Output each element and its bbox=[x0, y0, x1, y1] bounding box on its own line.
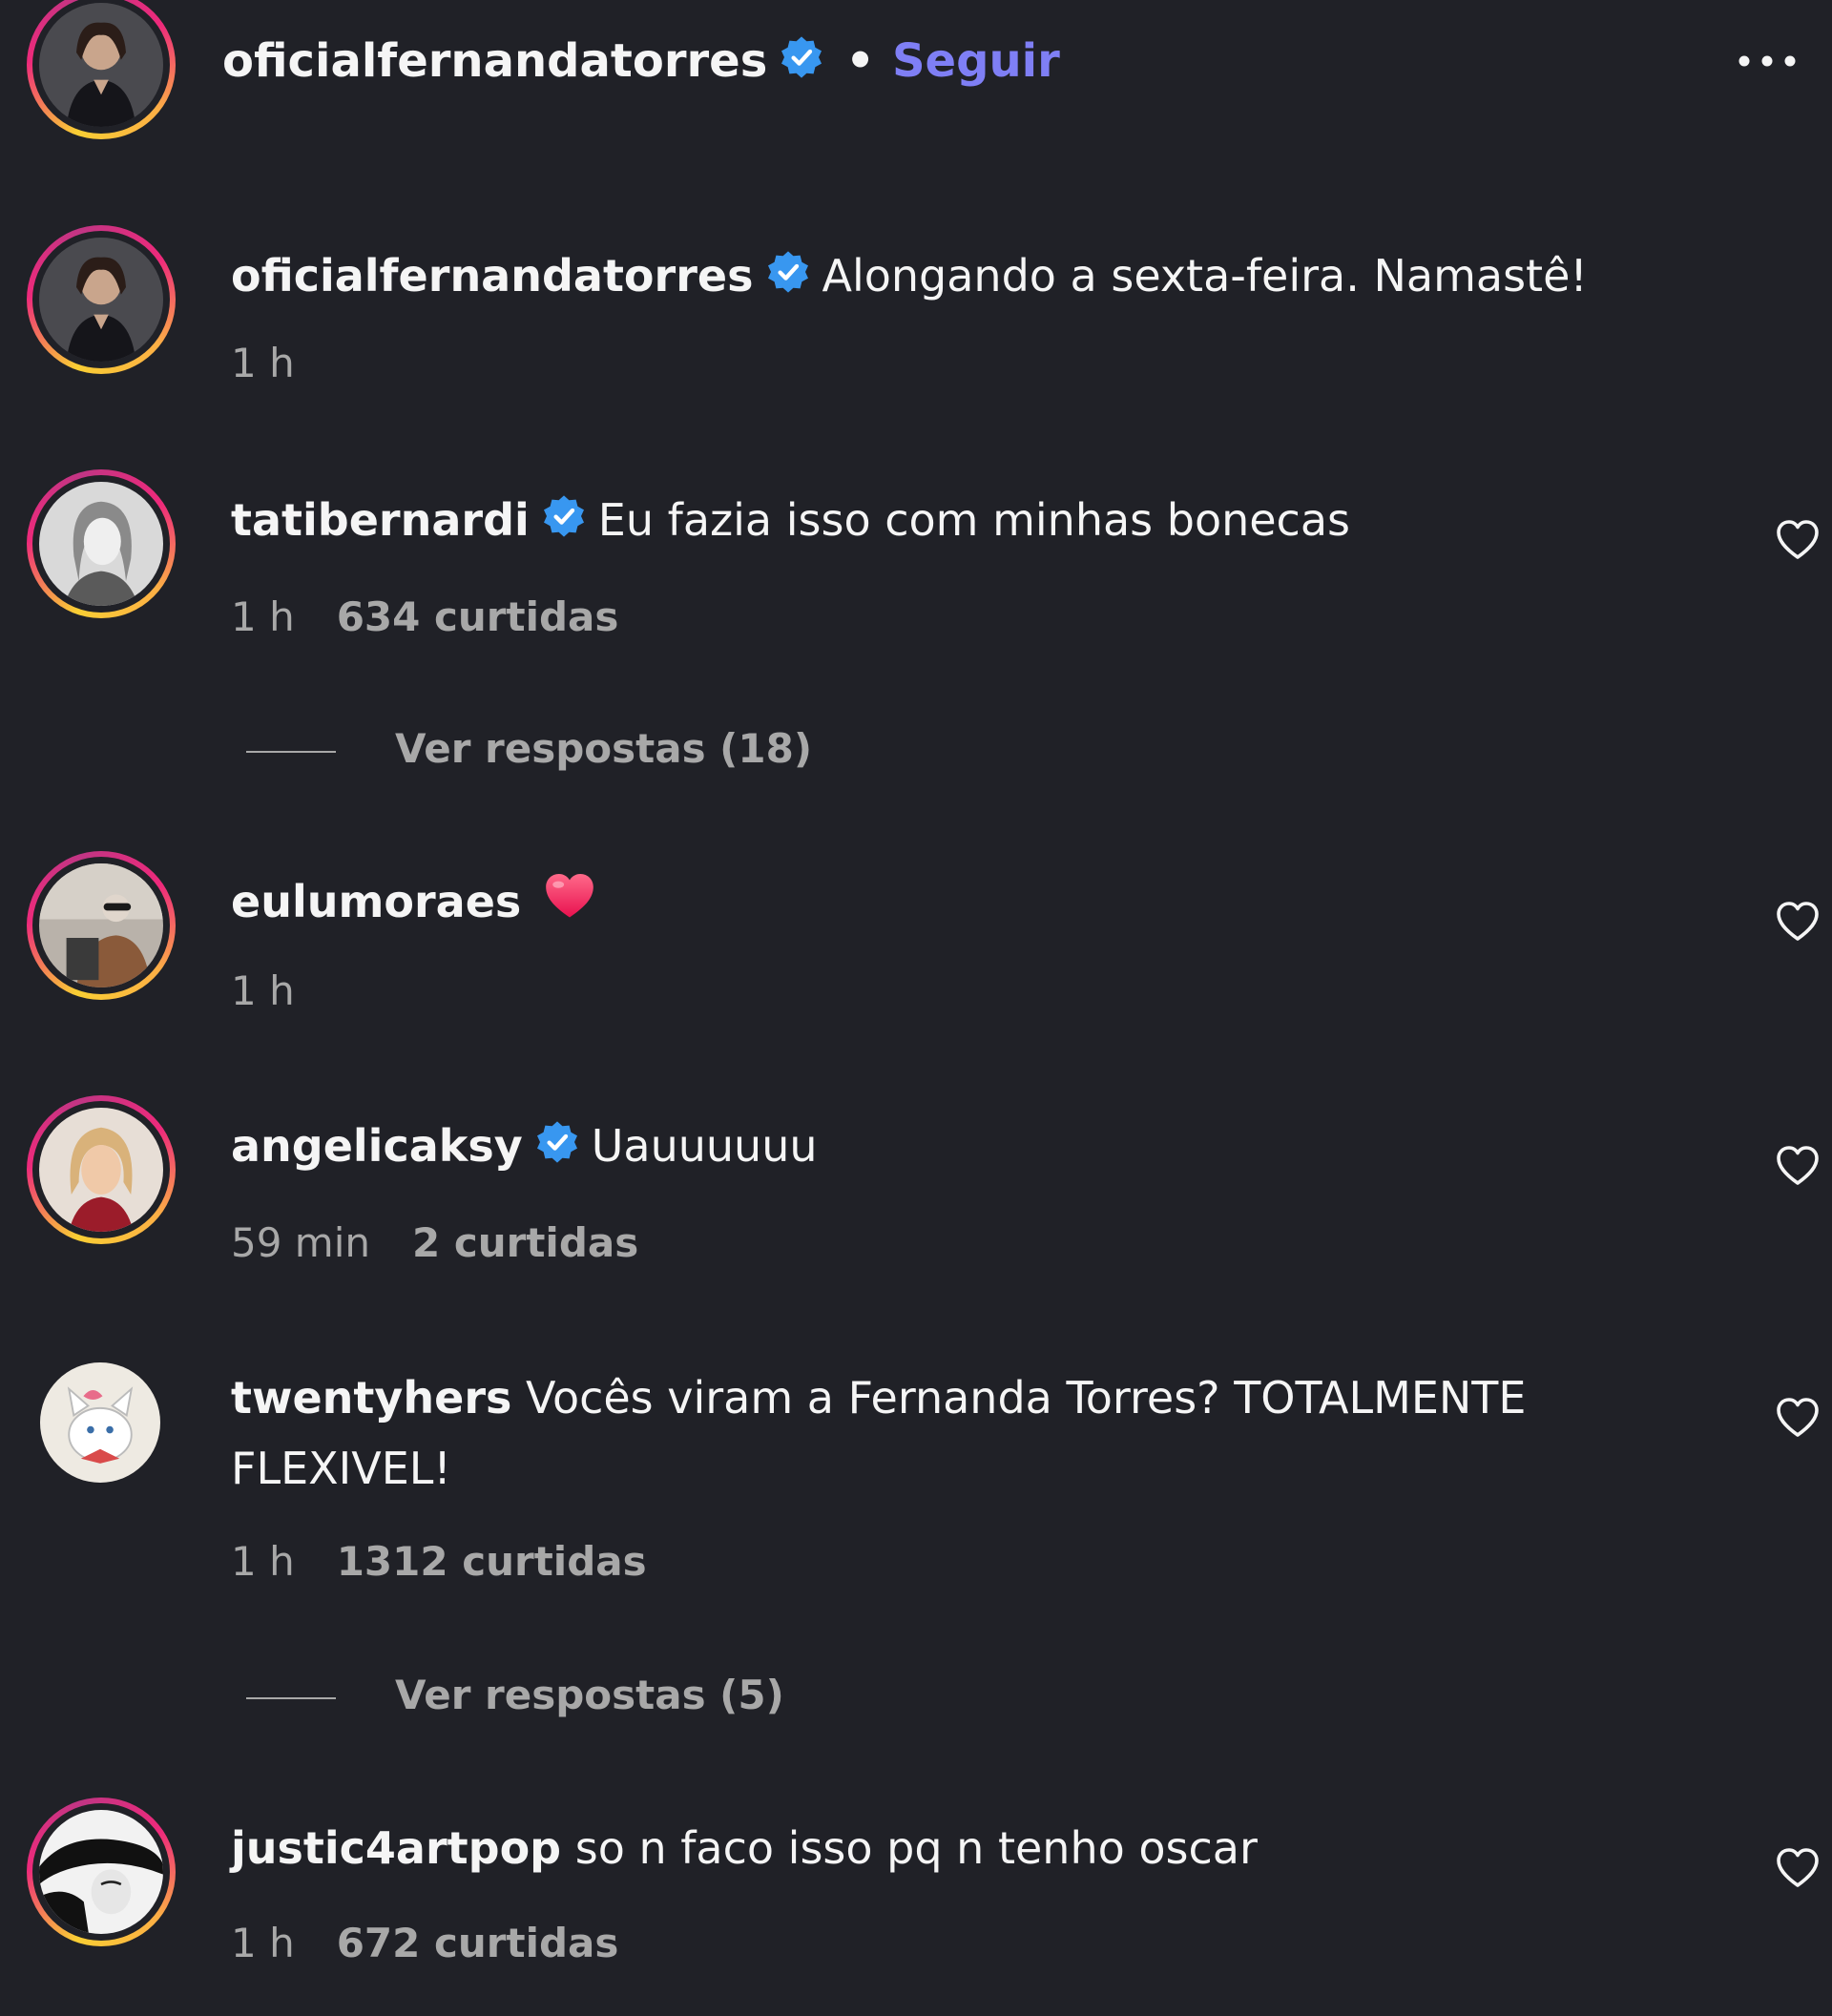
caption: oficialfernandatorres Alongando a sexta-f… bbox=[231, 240, 1719, 315]
view-replies-button[interactable]: Ver respostas (5) bbox=[246, 1672, 784, 1719]
comment-time: 1 h bbox=[231, 967, 295, 1014]
comment-avatar[interactable] bbox=[40, 1362, 160, 1483]
comment-likes[interactable]: 2 curtidas bbox=[412, 1219, 638, 1266]
verified-badge-icon bbox=[779, 34, 824, 94]
header-separator: • bbox=[845, 34, 875, 88]
comment-body: twentyhers Vocês viram a Fernanda Torres… bbox=[231, 1362, 1586, 1504]
verified-badge-icon bbox=[765, 244, 811, 315]
like-heart-icon[interactable] bbox=[1775, 901, 1821, 943]
comment-likes[interactable]: 672 curtidas bbox=[337, 1920, 619, 1966]
comment-time: 1 h bbox=[231, 593, 295, 640]
view-replies-label[interactable]: Ver respostas (5) bbox=[395, 1672, 784, 1718]
red-heart-icon bbox=[542, 870, 597, 941]
comment-username[interactable]: eulumoraes bbox=[231, 876, 521, 927]
caption-avatar[interactable] bbox=[27, 225, 176, 374]
comment-username[interactable]: angelicaksy bbox=[231, 1120, 523, 1172]
replies-divider bbox=[246, 750, 336, 753]
comment-meta: 1 h 1312 curtidas bbox=[231, 1538, 647, 1586]
comment-time: 59 min bbox=[231, 1219, 370, 1266]
caption-time: 1 h bbox=[231, 340, 295, 386]
follow-button[interactable]: Seguir bbox=[892, 34, 1060, 88]
comment-body: tatibernardi Eu fazia isso com minhas bon… bbox=[231, 485, 1719, 559]
caption-username[interactable]: oficialfernandatorres bbox=[231, 250, 754, 301]
comment-meta: 59 min 2 curtidas bbox=[231, 1219, 638, 1267]
comment-meta: 1 h 634 curtidas bbox=[231, 593, 618, 641]
comment-meta: 1 h 672 curtidas bbox=[231, 1920, 618, 1967]
comment-meta: 1 h bbox=[231, 967, 295, 1015]
like-heart-icon[interactable] bbox=[1775, 519, 1821, 561]
comment-likes[interactable]: 1312 curtidas bbox=[337, 1538, 647, 1585]
comment-text: Uauuuuuu bbox=[591, 1120, 818, 1172]
verified-badge-icon bbox=[534, 1114, 580, 1185]
replies-divider bbox=[246, 1696, 336, 1699]
caption-text: Alongando a sexta-feira. Namastê! bbox=[822, 250, 1588, 301]
header-username[interactable]: oficialfernandatorres bbox=[222, 34, 767, 88]
comment-body: angelicaksy Uauuuuuu bbox=[231, 1111, 1719, 1185]
comment-avatar[interactable] bbox=[27, 469, 176, 618]
comment-text: Eu fazia isso com minhas bonecas bbox=[597, 494, 1351, 546]
comment-username[interactable]: twentyhers bbox=[231, 1372, 511, 1424]
comment-avatar[interactable] bbox=[27, 1095, 176, 1244]
more-options-icon[interactable] bbox=[1737, 53, 1798, 69]
view-replies-button[interactable]: Ver respostas (18) bbox=[246, 725, 812, 773]
comment-body: justic4artpop so n faco isso pq n tenho … bbox=[231, 1813, 1719, 1883]
comment-body: eulumoraes bbox=[231, 866, 1719, 941]
comment-username[interactable]: tatibernardi bbox=[231, 494, 530, 546]
view-replies-label[interactable]: Ver respostas (18) bbox=[395, 725, 812, 772]
comment-avatar[interactable] bbox=[27, 851, 176, 1000]
caption-meta: 1 h bbox=[231, 340, 295, 387]
post-header: oficialfernandatorres • Seguir bbox=[222, 32, 1060, 94]
comment-username[interactable]: justic4artpop bbox=[231, 1822, 561, 1874]
like-heart-icon[interactable] bbox=[1775, 1397, 1821, 1439]
comment-avatar[interactable] bbox=[27, 1798, 176, 1946]
header-avatar[interactable] bbox=[27, 0, 176, 139]
comment-time: 1 h bbox=[231, 1538, 295, 1585]
comment-time: 1 h bbox=[231, 1920, 295, 1966]
verified-badge-icon bbox=[541, 488, 587, 559]
like-heart-icon[interactable] bbox=[1775, 1847, 1821, 1889]
comment-likes[interactable]: 634 curtidas bbox=[337, 593, 619, 640]
like-heart-icon[interactable] bbox=[1775, 1145, 1821, 1187]
comment-text: so n faco isso pq n tenho oscar bbox=[574, 1822, 1258, 1874]
